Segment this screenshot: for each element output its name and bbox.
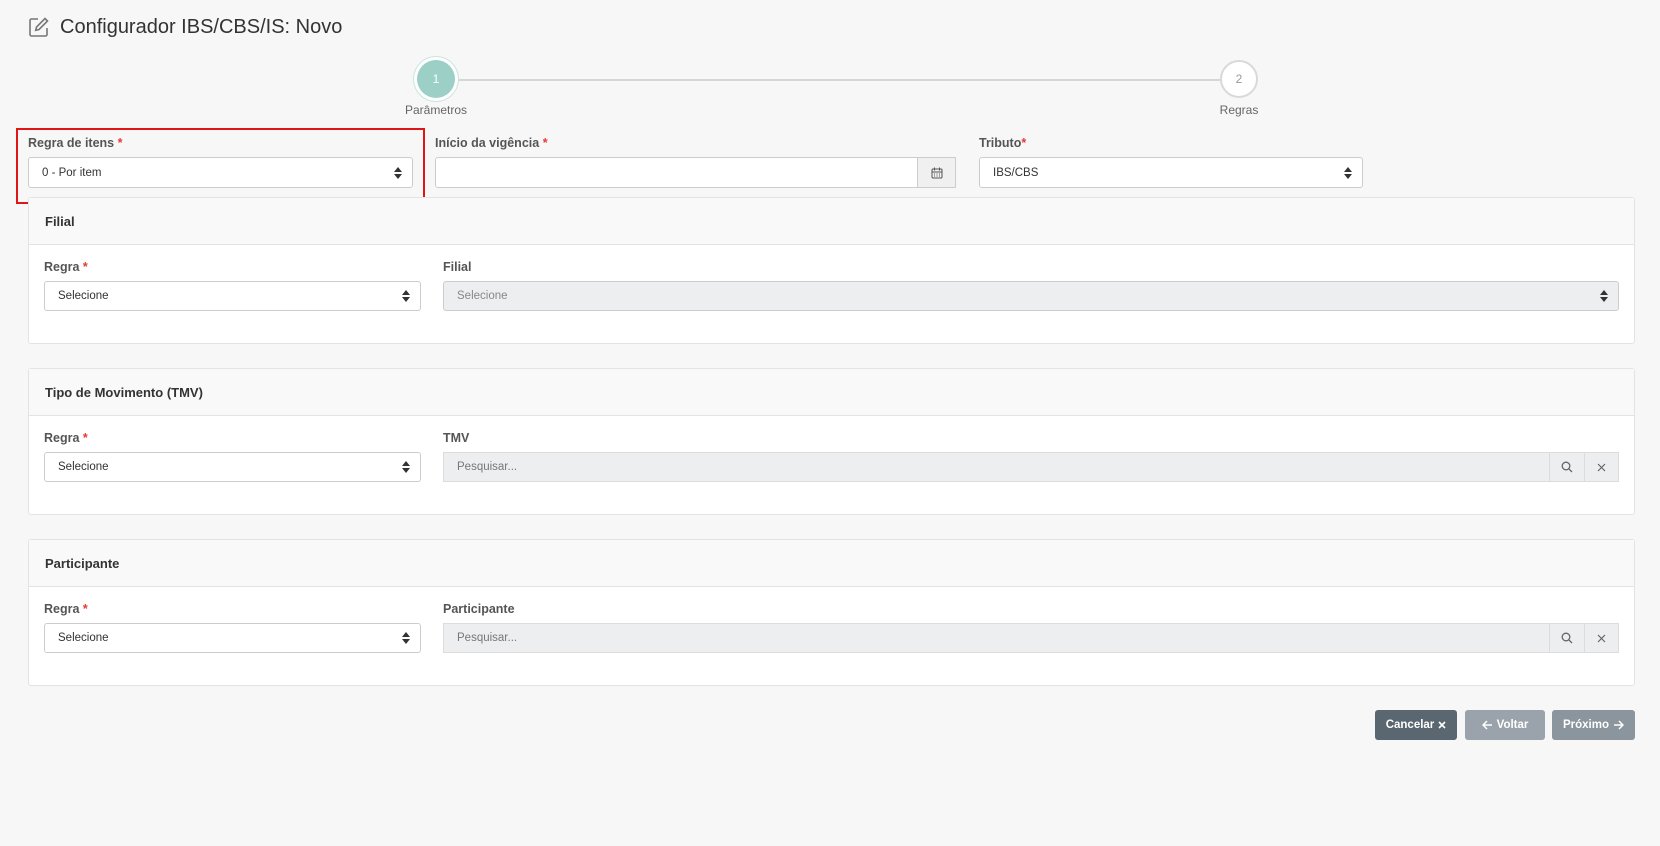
participante-label: Participante [443, 602, 515, 616]
participante-regra-label: Regra * [44, 602, 88, 616]
filial-regra-select[interactable]: Selecione [44, 281, 421, 311]
step-2-circle[interactable]: 2 [1220, 60, 1258, 98]
step-1-circle[interactable]: 1 [417, 60, 455, 98]
tributo-select[interactable]: IBS/CBS [979, 157, 1363, 188]
tmv-label: TMV [443, 431, 470, 445]
step-2-label: Regras [1219, 103, 1259, 117]
regra-itens-label: Regra de itens * [28, 136, 123, 150]
sort-icon [394, 166, 402, 179]
filial-panel: Filial [28, 197, 1635, 344]
cancel-button-label: Cancelar [1385, 719, 1435, 731]
tmv-search-button[interactable] [1549, 452, 1585, 482]
tributo-value: IBS/CBS [993, 166, 1039, 179]
filial-select[interactable]: Selecione [443, 281, 1619, 311]
sort-icon [402, 461, 410, 473]
participante-panel: Participante [28, 539, 1635, 686]
tributo-label: Tributo* [979, 136, 1027, 150]
sort-icon [1344, 166, 1352, 179]
edit-icon [28, 16, 50, 38]
cancel-button[interactable]: Cancelar [1375, 710, 1457, 740]
filial-value: Selecione [457, 290, 508, 302]
calendar-button[interactable] [917, 157, 956, 188]
filial-label: Filial [443, 260, 472, 274]
sort-icon [402, 290, 410, 302]
back-button-label: Voltar [1496, 719, 1529, 731]
participante-regra-select[interactable]: Selecione [44, 623, 421, 653]
inicio-vigencia-input[interactable] [435, 157, 918, 188]
inicio-vigencia-label: Início da vigência * [435, 136, 548, 150]
page-title: Configurador IBS/CBS/IS: Novo [60, 15, 343, 38]
tmv-search-input[interactable]: Pesquisar... [443, 452, 1550, 482]
step-1-label: Parâmetros [404, 103, 468, 117]
page-header: Configurador IBS/CBS/IS: Novo [28, 14, 342, 40]
filial-regra-value: Selecione [58, 290, 109, 302]
sort-icon [402, 632, 410, 644]
tmv-panel-title: Tipo de Movimento (TMV) [29, 369, 1634, 416]
close-icon [1438, 721, 1446, 729]
regra-itens-value: 0 - Por item [42, 166, 102, 179]
participante-search-input[interactable]: Pesquisar... [443, 623, 1550, 653]
sort-icon [1600, 290, 1608, 302]
close-icon [1597, 634, 1606, 642]
tmv-panel: Tipo de Movimento (TMV) [28, 368, 1635, 515]
tmv-clear-button[interactable] [1584, 452, 1619, 482]
participante-clear-button[interactable] [1584, 623, 1619, 653]
tmv-regra-label: Regra * [44, 431, 88, 445]
calendar-icon [931, 167, 942, 178]
stepper-line [454, 79, 1241, 81]
filial-panel-title: Filial [29, 198, 1634, 245]
arrow-left-icon [1481, 720, 1492, 730]
tmv-regra-value: Selecione [58, 461, 109, 473]
participante-regra-value: Selecione [58, 632, 109, 644]
participante-search-button[interactable] [1549, 623, 1585, 653]
next-button[interactable]: Próximo [1552, 710, 1635, 740]
arrow-right-icon [1614, 720, 1624, 730]
participante-panel-title: Participante [29, 540, 1634, 587]
close-icon [1597, 463, 1606, 471]
filial-regra-label: Regra * [44, 260, 88, 274]
tmv-regra-select[interactable]: Selecione [44, 452, 421, 482]
search-icon [1561, 461, 1573, 473]
regra-itens-select[interactable]: 0 - Por item [28, 157, 413, 188]
next-button-label: Próximo [1562, 719, 1609, 731]
back-button[interactable]: Voltar [1465, 710, 1545, 740]
search-icon [1561, 632, 1573, 644]
